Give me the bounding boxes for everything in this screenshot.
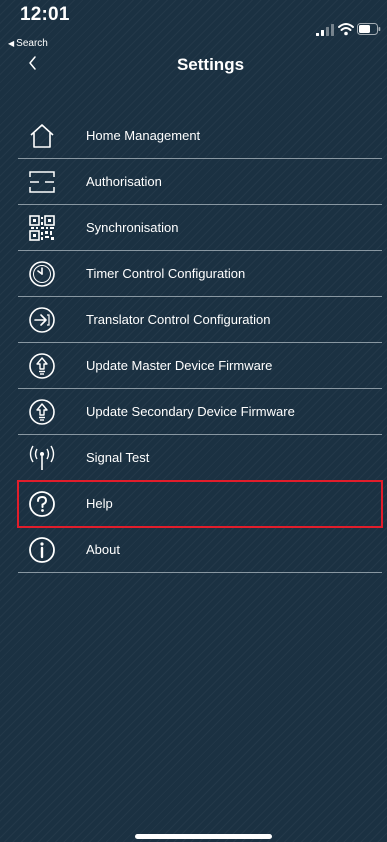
- menu-item-translator-control-configuration[interactable]: Translator Control Configuration: [18, 297, 382, 343]
- settings-menu: Home Management Authorisation Synchronis…: [0, 113, 387, 573]
- back-app-label: Search: [16, 38, 48, 49]
- status-time: 12:01: [20, 4, 70, 25]
- wifi-icon: [338, 23, 354, 36]
- menu-item-update-master-device-firmware[interactable]: Update Master Device Firmware: [18, 343, 382, 389]
- menu-item-label: Home Management: [86, 128, 201, 143]
- menu-item-label: About: [86, 542, 120, 557]
- menu-item-label: Timer Control Configuration: [86, 266, 246, 281]
- status-bar: 12:01 ◀ Search: [0, 0, 387, 49]
- settings-screen: 12:01 ◀ Search Settings Home Management …: [0, 0, 387, 842]
- menu-item-label: Update Secondary Device Firmware: [86, 404, 295, 419]
- menu-item-label: Synchronisation: [86, 220, 179, 235]
- antenna-icon: [24, 440, 60, 476]
- home-indicator[interactable]: [135, 834, 272, 839]
- menu-item-update-secondary-device-firmware[interactable]: Update Secondary Device Firmware: [18, 389, 382, 435]
- menu-item-label: Authorisation: [86, 174, 162, 189]
- menu-item-label: Signal Test: [86, 450, 150, 465]
- home-icon: [24, 118, 60, 154]
- clock-icon: [24, 256, 60, 292]
- menu-item-about[interactable]: About: [18, 527, 382, 573]
- menu-item-help[interactable]: Help: [17, 480, 383, 528]
- cellular-signal-icon: [316, 24, 334, 36]
- back-to-app-link[interactable]: ◀ Search: [8, 38, 48, 49]
- scan-frame-icon: [24, 164, 60, 200]
- menu-item-synchronisation[interactable]: Synchronisation: [18, 205, 382, 251]
- question-icon: [24, 486, 60, 522]
- menu-item-authorisation[interactable]: Authorisation: [18, 159, 382, 205]
- bulb-upload-icon: [24, 348, 60, 384]
- menu-item-label: Help: [86, 496, 113, 511]
- back-triangle-icon: ◀: [8, 39, 15, 48]
- translator-icon: [24, 302, 60, 338]
- page-title: Settings: [176, 55, 245, 74]
- menu-item-label: Translator Control Configuration: [86, 312, 271, 327]
- menu-item-timer-control-configuration[interactable]: Timer Control Configuration: [18, 251, 382, 297]
- menu-item-home-management[interactable]: Home Management: [18, 113, 382, 159]
- info-icon: [24, 532, 60, 568]
- battery-icon: [357, 23, 381, 35]
- menu-item-label: Update Master Device Firmware: [86, 358, 273, 373]
- qr-code-icon: [24, 210, 60, 246]
- bulb-upload-icon: [24, 394, 60, 430]
- menu-item-signal-test[interactable]: Signal Test: [18, 435, 382, 481]
- navigation-bar: Settings: [0, 50, 387, 80]
